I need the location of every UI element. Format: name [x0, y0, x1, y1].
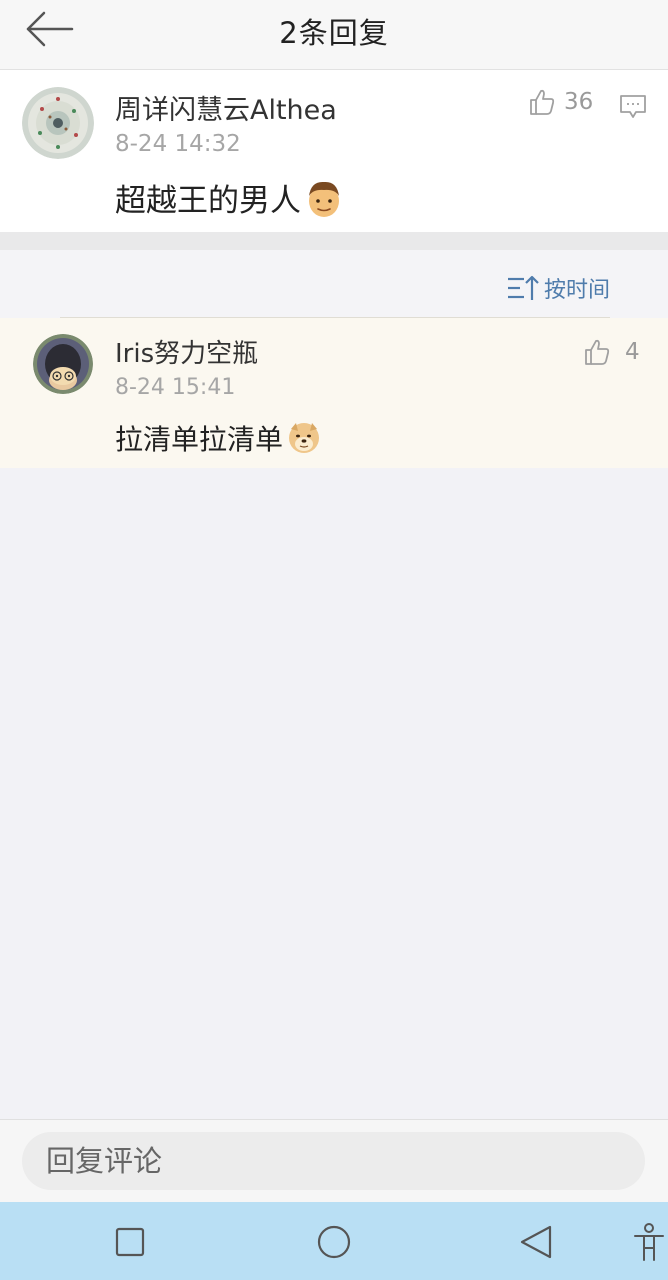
home-button[interactable]: [317, 1225, 351, 1263]
square-icon: [115, 1227, 145, 1257]
reply-text-content: 拉清单拉清单: [115, 423, 284, 456]
header-bar: 2条回复: [0, 0, 668, 70]
sort-label: 按时间: [543, 278, 610, 303]
accessibility-button[interactable]: [632, 1222, 666, 1266]
thumbs-up-icon: [585, 339, 610, 365]
thumbs-up-icon: [530, 89, 555, 115]
page-title: 2条回复: [279, 16, 389, 50]
sort-time-icon: [507, 275, 539, 300]
like-count: 36: [564, 89, 594, 115]
reply-input[interactable]: [22, 1132, 645, 1190]
triangle-back-icon: [520, 1225, 552, 1259]
comment-text: 超越王的男人: [115, 175, 343, 227]
list-item: Iris努力空瓶 8-24 15:41 拉清单拉清单 4: [0, 318, 668, 468]
like-button[interactable]: 4: [583, 338, 640, 366]
avatar[interactable]: [33, 334, 93, 394]
nav-back-button[interactable]: [519, 1224, 553, 1264]
reply-timestamp: 8-24 15:41: [115, 375, 236, 400]
section-divider: [0, 232, 668, 250]
reply-username[interactable]: Iris努力空瓶: [115, 333, 258, 370]
comment-timestamp: 8-24 14:32: [115, 131, 241, 157]
reply-button[interactable]: [619, 92, 647, 124]
avatar[interactable]: [22, 87, 94, 159]
comment-text-content: 超越王的男人: [115, 183, 301, 219]
like-count: 4: [625, 339, 640, 365]
system-nav-bar: [0, 1202, 668, 1280]
comment-bubble-icon: [620, 95, 646, 118]
sort-bar: 按时间: [0, 250, 668, 318]
main-comment: 周详闪慧云Althea 8-24 14:32 超越王的男人 36: [0, 70, 668, 232]
recents-button[interactable]: [115, 1227, 145, 1261]
like-button[interactable]: 36: [528, 88, 593, 116]
accessibility-icon: [634, 1223, 664, 1261]
doge-emoji: [287, 421, 321, 462]
circle-icon: [317, 1225, 351, 1259]
sort-button[interactable]: 按时间: [506, 272, 610, 304]
comment-username[interactable]: 周详闪慧云Althea: [115, 88, 337, 127]
reply-text: 拉清单拉清单: [115, 418, 321, 462]
man-emoji: [305, 179, 343, 227]
reply-composer: [0, 1119, 668, 1202]
